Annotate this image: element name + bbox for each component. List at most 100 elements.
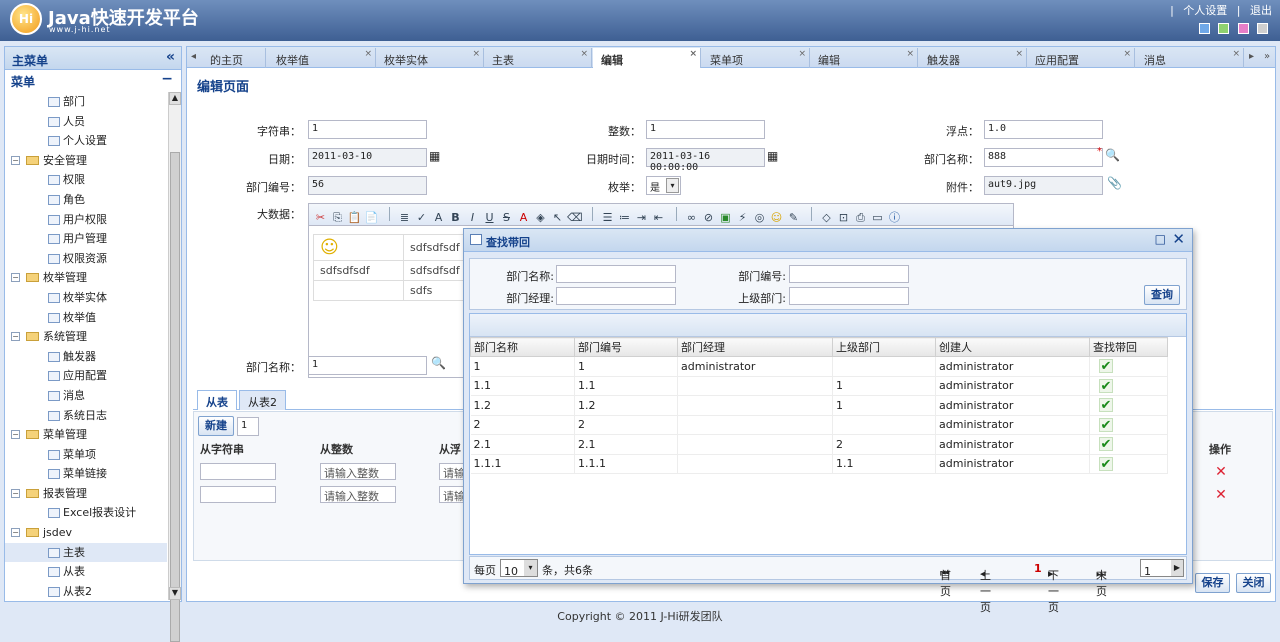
tree-leaf[interactable]: 部门 bbox=[5, 92, 167, 112]
copy-icon[interactable]: ⎘ bbox=[330, 211, 345, 225]
collapse-sidebar-icon[interactable]: « bbox=[166, 49, 175, 65]
calendar-icon[interactable]: ▦ bbox=[429, 149, 440, 163]
tree-leaf[interactable]: 菜单链接 bbox=[5, 464, 167, 484]
paste-text-icon[interactable]: 📄 bbox=[364, 211, 379, 225]
personal-settings-link[interactable]: 个人设置 bbox=[1183, 4, 1227, 17]
tab-close-icon[interactable]: × bbox=[472, 49, 480, 59]
tab-item[interactable]: 的主页 bbox=[202, 48, 266, 68]
sidebar-scrollbar[interactable]: ▲ ▼ bbox=[168, 92, 181, 642]
logout-link[interactable]: 退出 bbox=[1250, 4, 1272, 17]
table-row[interactable]: 1.1.1 1.1.1 1.1 administrator ✔ bbox=[470, 454, 1168, 474]
column-header[interactable]: 部门编号 bbox=[574, 337, 678, 357]
source-icon[interactable]: ◇ bbox=[819, 211, 834, 225]
tab-item[interactable]: 主表 × bbox=[484, 48, 592, 68]
tree-leaf[interactable]: 枚举值 bbox=[5, 308, 167, 328]
expand-toggle-icon[interactable]: − bbox=[11, 332, 20, 342]
strike-icon[interactable]: S bbox=[499, 211, 514, 225]
tab-item[interactable]: 菜单项 × bbox=[702, 48, 810, 68]
detail-int-input[interactable]: 请输入整数 bbox=[320, 463, 396, 480]
tab-scroll-right-icon[interactable]: ▸ bbox=[1249, 51, 1254, 62]
emoticon-icon[interactable]: ☺ bbox=[769, 211, 784, 225]
unlink-icon[interactable]: ⊘ bbox=[701, 211, 716, 225]
tree-leaf[interactable]: 用户权限 bbox=[5, 210, 167, 230]
tree-leaf[interactable]: 枚举实体 bbox=[5, 288, 167, 308]
go-page-icon[interactable]: ▶ bbox=[1171, 560, 1183, 576]
delete-row-icon[interactable]: ✕ bbox=[1213, 487, 1229, 503]
column-header[interactable]: 部门名称 bbox=[470, 337, 575, 357]
scroll-down-arrow[interactable]: ▼ bbox=[169, 587, 181, 600]
tree-folder[interactable]: − 安全管理 bbox=[5, 151, 167, 171]
tab-item[interactable]: 消息 × bbox=[1136, 48, 1244, 68]
tab-item[interactable]: 应用配置 × bbox=[1027, 48, 1135, 68]
tab-close-icon[interactable]: × bbox=[689, 49, 697, 59]
font-color-icon[interactable]: A bbox=[516, 211, 531, 225]
column-header[interactable]: 创建人 bbox=[935, 337, 1090, 357]
tree-leaf[interactable]: 角色 bbox=[5, 190, 167, 210]
dept-no-input[interactable]: 56 bbox=[308, 176, 427, 195]
tab-item[interactable]: 枚举值 × bbox=[268, 48, 376, 68]
attachment-icon[interactable]: 📎 bbox=[1107, 176, 1122, 190]
page-size-select[interactable]: 10 ▾ bbox=[500, 559, 538, 578]
delete-row-icon[interactable]: ✕ bbox=[1213, 464, 1229, 480]
calendar-icon[interactable]: ▦ bbox=[767, 149, 778, 163]
dept-name-input[interactable]: 888 bbox=[984, 148, 1103, 167]
tree-folder[interactable]: − 菜单管理 bbox=[5, 425, 167, 445]
paste-icon[interactable]: 📋 bbox=[347, 211, 362, 225]
select-return-icon[interactable]: ✔ bbox=[1099, 359, 1113, 374]
expand-toggle-icon[interactable]: − bbox=[11, 430, 20, 440]
expand-toggle-icon[interactable]: − bbox=[11, 155, 20, 165]
edit-icon[interactable]: ✎ bbox=[786, 211, 801, 225]
tab-detail-1[interactable]: 从表 bbox=[197, 390, 237, 410]
tree-leaf[interactable]: Excel报表设计 bbox=[5, 503, 167, 523]
attachment-input[interactable]: aut9.jpg bbox=[984, 176, 1103, 195]
tab-close-icon[interactable]: × bbox=[906, 49, 914, 59]
detail-string-input[interactable] bbox=[200, 463, 276, 480]
media-icon[interactable]: ◎ bbox=[752, 211, 767, 225]
maximize-icon[interactable]: □ bbox=[1155, 232, 1166, 246]
tab-close-icon[interactable]: × bbox=[580, 49, 588, 59]
underline-icon[interactable]: U bbox=[482, 211, 497, 225]
column-header[interactable]: 查找带回 bbox=[1089, 337, 1168, 357]
q-dept-mgr-input[interactable] bbox=[556, 287, 676, 305]
tab-item[interactable]: 编辑 × bbox=[593, 48, 701, 68]
menu-root[interactable]: 菜单 − bbox=[5, 70, 181, 91]
tab-close-icon[interactable]: × bbox=[1232, 49, 1240, 59]
search-button[interactable]: 查询 bbox=[1144, 285, 1180, 305]
list-icon[interactable]: ≔ bbox=[617, 211, 632, 225]
highlight-icon[interactable]: ◈ bbox=[533, 211, 548, 225]
tree-folder[interactable]: − jsdev bbox=[5, 523, 167, 543]
tree-leaf[interactable]: 权限 bbox=[5, 170, 167, 190]
font-icon[interactable]: A bbox=[431, 211, 446, 225]
indent-icon[interactable]: ⇥ bbox=[634, 211, 649, 225]
detail-string-input[interactable] bbox=[200, 486, 276, 503]
tree-leaf[interactable]: 权限资源 bbox=[5, 249, 167, 269]
tree-leaf[interactable]: 主表 bbox=[5, 542, 167, 563]
tree-leaf[interactable]: 人员 bbox=[5, 112, 167, 132]
expand-toggle-icon[interactable]: − bbox=[11, 528, 20, 538]
save-button[interactable]: 保存 bbox=[1195, 573, 1230, 593]
select-return-icon[interactable]: ✔ bbox=[1099, 456, 1113, 471]
scroll-thumb[interactable] bbox=[170, 152, 180, 642]
theme-swatch-blue[interactable] bbox=[1198, 23, 1210, 34]
tree-leaf[interactable]: 系统日志 bbox=[5, 406, 167, 426]
close-icon[interactable]: ✕ bbox=[1172, 230, 1185, 248]
table-row[interactable]: 2.1 2.1 2 administrator ✔ bbox=[470, 434, 1168, 455]
format-icon[interactable]: ≣ bbox=[397, 211, 412, 225]
column-header[interactable]: 上级部门 bbox=[832, 337, 936, 357]
enum-select[interactable]: 是 ▾ bbox=[646, 176, 681, 195]
print-icon[interactable]: ⎙ bbox=[853, 211, 868, 225]
select-return-icon[interactable]: ✔ bbox=[1099, 417, 1113, 432]
table-row[interactable]: 1 1 administrator administrator ✔ bbox=[470, 356, 1168, 377]
dept-name2-input[interactable]: 1 bbox=[308, 356, 427, 375]
tree-leaf[interactable]: 用户管理 bbox=[5, 229, 167, 249]
detail-int-input[interactable]: 请输入整数 bbox=[320, 486, 396, 503]
flash-icon[interactable]: ⚡ bbox=[735, 211, 750, 225]
tab-item[interactable]: 触发器 × bbox=[919, 48, 1027, 68]
tree-folder[interactable]: − 系统管理 bbox=[5, 327, 167, 347]
link-icon[interactable]: ∞ bbox=[684, 211, 699, 225]
italic-icon[interactable]: I bbox=[465, 211, 480, 225]
scroll-up-arrow[interactable]: ▲ bbox=[169, 92, 181, 105]
image-icon[interactable]: ▣ bbox=[718, 211, 733, 225]
eraser-icon[interactable]: ⌫ bbox=[567, 211, 583, 225]
tab-detail-2[interactable]: 从表2 bbox=[239, 390, 286, 410]
